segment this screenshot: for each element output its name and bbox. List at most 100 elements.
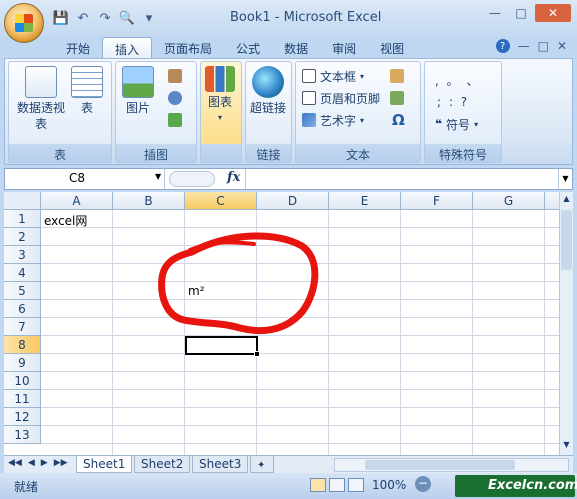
- worksheet-grid[interactable]: A B C D E F G 1 2 3 4 5 6 7 8 9 10 11 12…: [4, 192, 559, 455]
- vertical-scrollbar[interactable]: ▲ ▼: [559, 192, 573, 455]
- object-button[interactable]: [390, 88, 404, 108]
- office-button[interactable]: [4, 3, 44, 43]
- next-sheet-icon[interactable]: ▶: [41, 458, 48, 468]
- shapes-icon: [168, 91, 182, 105]
- vertical-scroll-thumb[interactable]: [561, 210, 572, 270]
- redo-icon[interactable]: ↷: [96, 9, 114, 27]
- scroll-down-icon[interactable]: ▼: [561, 440, 572, 452]
- textbox-button[interactable]: 文本框 ▾: [302, 66, 364, 86]
- cell-a1[interactable]: excel网: [44, 212, 87, 229]
- save-icon[interactable]: 💾: [52, 9, 70, 27]
- close-button[interactable]: ✕: [535, 4, 571, 22]
- tab-page-layout[interactable]: 页面布局: [152, 37, 224, 59]
- row-header-3[interactable]: 3: [4, 246, 41, 264]
- table-button[interactable]: 表: [71, 66, 103, 116]
- first-sheet-icon[interactable]: ◀◀: [8, 458, 22, 468]
- tab-formulas[interactable]: 公式: [224, 37, 272, 59]
- sheet-tab-2[interactable]: Sheet2: [134, 456, 191, 473]
- maximize-button[interactable]: □: [509, 4, 533, 22]
- tab-review[interactable]: 审阅: [320, 37, 368, 59]
- row-header-2[interactable]: 2: [4, 228, 41, 246]
- row-header-11[interactable]: 11: [4, 390, 41, 408]
- horizontal-scroll-thumb[interactable]: [365, 460, 515, 470]
- col-header-h-partial[interactable]: [545, 192, 559, 210]
- col-header-g[interactable]: G: [473, 192, 545, 210]
- clipart-button[interactable]: [168, 66, 182, 86]
- signature-line-button[interactable]: [390, 66, 404, 86]
- fill-handle[interactable]: [254, 351, 260, 357]
- textbox-dropdown-icon: ▾: [360, 71, 365, 81]
- zoom-level[interactable]: 100%: [372, 478, 406, 492]
- formula-bar: C8 ▼ fx ▼: [4, 168, 573, 190]
- tab-home[interactable]: 开始: [54, 37, 102, 59]
- active-cell-c8[interactable]: [185, 336, 258, 355]
- doc-minimize-icon[interactable]: —: [518, 39, 530, 53]
- expand-formula-bar-icon[interactable]: ▼: [558, 169, 572, 189]
- page-break-view-button[interactable]: [348, 478, 364, 492]
- shapes-button[interactable]: [168, 88, 182, 108]
- customize-qat-icon[interactable]: ▾: [140, 9, 158, 27]
- table-group-label: 表: [9, 144, 111, 162]
- col-header-a[interactable]: A: [41, 192, 113, 210]
- punct-row-1[interactable]: , 。 、: [435, 70, 480, 90]
- row-header-4[interactable]: 4: [4, 264, 41, 282]
- scroll-up-icon[interactable]: ▲: [561, 194, 572, 206]
- col-header-e[interactable]: E: [329, 192, 401, 210]
- chart-icon: [205, 66, 235, 92]
- grid-vline: [544, 210, 545, 455]
- doc-close-icon[interactable]: ✕: [557, 39, 567, 53]
- select-all-corner[interactable]: [4, 192, 41, 210]
- help-icon[interactable]: ?: [495, 39, 510, 53]
- col-header-b[interactable]: B: [113, 192, 185, 210]
- row-header-8[interactable]: 8: [4, 336, 41, 354]
- ribbon: 数据透视表 表 表 图片 插图 图表 ▾ 超链接 链接 文本框 ▾ 页眉和页脚 …: [4, 58, 573, 165]
- grid-hline: [41, 389, 559, 390]
- row-header-12[interactable]: 12: [4, 408, 41, 426]
- grid-hline: [41, 353, 559, 354]
- pivot-table-button[interactable]: 数据透视表: [17, 66, 65, 132]
- header-footer-button[interactable]: 页眉和页脚: [302, 88, 380, 108]
- normal-view-button[interactable]: [310, 478, 326, 492]
- name-box[interactable]: C8: [5, 169, 165, 189]
- grid-vline: [112, 210, 113, 455]
- sheet-tab-3[interactable]: Sheet3: [192, 456, 249, 473]
- smartart-icon: [168, 113, 182, 127]
- col-header-c[interactable]: C: [185, 192, 257, 210]
- row-header-10[interactable]: 10: [4, 372, 41, 390]
- col-header-d[interactable]: D: [257, 192, 329, 210]
- name-box-dropdown-icon[interactable]: ▼: [155, 172, 161, 181]
- formula-splitter[interactable]: [169, 171, 215, 187]
- symbol-omega-button[interactable]: Ω: [392, 110, 405, 130]
- hyperlink-button[interactable]: 超链接: [250, 66, 286, 116]
- row-header-1[interactable]: 1: [4, 210, 41, 228]
- signature-icon: [390, 69, 404, 83]
- row-header-13[interactable]: 13: [4, 426, 41, 444]
- smartart-button[interactable]: [168, 110, 182, 130]
- zoom-out-button[interactable]: −: [415, 476, 431, 492]
- tab-view[interactable]: 视图: [368, 37, 416, 59]
- insert-function-icon[interactable]: fx: [227, 170, 240, 185]
- undo-icon[interactable]: ↶: [74, 9, 92, 27]
- insert-sheet-button[interactable]: ✦: [250, 456, 274, 473]
- row-header-7[interactable]: 7: [4, 318, 41, 336]
- doc-restore-icon[interactable]: □: [538, 39, 549, 53]
- punct-row-2[interactable]: ; : ?: [437, 92, 469, 112]
- row-header-5[interactable]: 5: [4, 282, 41, 300]
- tab-insert[interactable]: 插入: [102, 37, 153, 59]
- horizontal-scrollbar[interactable]: [334, 458, 569, 472]
- page-layout-view-button[interactable]: [329, 478, 345, 492]
- tab-data[interactable]: 数据: [272, 37, 320, 59]
- row-header-6[interactable]: 6: [4, 300, 41, 318]
- last-sheet-icon[interactable]: ▶▶: [54, 458, 68, 468]
- minimize-button[interactable]: —: [483, 4, 507, 22]
- prev-sheet-icon[interactable]: ◀: [28, 458, 35, 468]
- sheet-tab-1[interactable]: Sheet1: [76, 456, 133, 473]
- picture-button[interactable]: 图片: [122, 66, 154, 116]
- chart-button[interactable]: 图表 ▾: [205, 66, 235, 126]
- print-preview-icon[interactable]: 🔍: [118, 9, 136, 27]
- symbol-button[interactable]: ❝ 符号 ▾: [435, 114, 478, 134]
- wordart-button[interactable]: 艺术字 ▾: [302, 110, 364, 130]
- row-header-9[interactable]: 9: [4, 354, 41, 372]
- col-header-f[interactable]: F: [401, 192, 473, 210]
- watermark-text: Excelcn.com: [488, 478, 577, 493]
